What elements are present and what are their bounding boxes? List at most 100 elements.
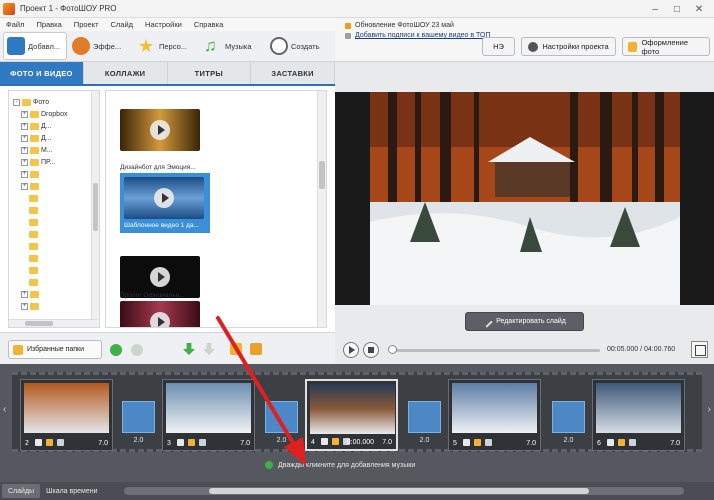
tab-timescale[interactable]: Шкала времени: [40, 484, 103, 498]
transition-block[interactable]: 2.0: [265, 401, 298, 444]
tree-item[interactable]: [29, 265, 40, 275]
back-icon[interactable]: [110, 344, 122, 356]
create-button[interactable]: Создать: [267, 32, 331, 60]
scroll-thumb[interactable]: [25, 321, 53, 326]
media-scrollbar[interactable]: [317, 91, 326, 327]
tree-item[interactable]: [29, 193, 40, 203]
scroll-thumb[interactable]: [209, 488, 589, 494]
favorites-button[interactable]: Избранные папки: [8, 340, 102, 359]
expand-icon[interactable]: +: [21, 146, 28, 154]
menu-slide[interactable]: Слайд: [111, 20, 134, 29]
tab-slides[interactable]: Слайды: [2, 484, 41, 498]
expand-icon[interactable]: +: [21, 110, 28, 118]
pencil-icon[interactable]: [474, 439, 481, 446]
fullscreen-button[interactable]: [691, 341, 708, 358]
transition-block[interactable]: 2.0: [122, 401, 155, 444]
speaker-icon[interactable]: [485, 439, 492, 446]
expand-icon[interactable]: +: [21, 170, 28, 178]
subtitles-notice-link[interactable]: Добавить подписи к вашему видео в ТОП: [345, 32, 490, 39]
tree-vertical-scrollbar[interactable]: [91, 91, 99, 327]
expand-icon[interactable]: +: [21, 182, 28, 190]
project-settings-button[interactable]: Настройки проекта: [521, 37, 616, 56]
speaker-icon[interactable]: [199, 439, 206, 446]
folder-icon[interactable]: [230, 343, 242, 355]
menu-settings[interactable]: Настройки: [145, 20, 182, 29]
tab-intros[interactable]: ЗАСТАВКИ: [251, 62, 335, 84]
tab-titles[interactable]: ТИТРЫ: [168, 62, 252, 84]
tree-item[interactable]: [29, 205, 40, 215]
timeline-slide[interactable]: 4 0:00.000 7.0: [305, 379, 398, 451]
pencil-icon[interactable]: [618, 439, 625, 446]
tree-item[interactable]: + ПР...: [21, 157, 55, 167]
tree-item[interactable]: +: [21, 301, 41, 311]
tree-item[interactable]: + М...: [21, 145, 53, 155]
pencil-icon[interactable]: [188, 439, 195, 446]
chevron-right-icon[interactable]: ›: [708, 404, 711, 415]
tree-item[interactable]: [29, 217, 40, 227]
edit-slide-button[interactable]: Редактировать слайд: [465, 312, 584, 331]
video-thumbnail[interactable]: [120, 109, 200, 151]
add-photos-button[interactable]: Добавл...: [3, 32, 67, 60]
add-all-icon[interactable]: [203, 343, 215, 355]
timeline-slide[interactable]: 5 7.0: [448, 379, 541, 451]
video-thumbnail[interactable]: [120, 301, 200, 327]
speaker-icon[interactable]: [57, 439, 64, 446]
speaker-icon[interactable]: [629, 439, 636, 446]
media-item[interactable]: Шаблонное видео 1 да...: [120, 173, 210, 233]
folder-add-icon[interactable]: [250, 343, 262, 355]
tree-item[interactable]: +: [21, 169, 41, 179]
tree-item[interactable]: + Dropbox: [21, 109, 67, 119]
transition-block[interactable]: 2.0: [552, 401, 585, 444]
progress-track[interactable]: [390, 349, 600, 352]
music-hint[interactable]: Дважды кликните для добавления музыки: [265, 461, 415, 469]
personalize-button[interactable]: ★ Персо...: [135, 32, 199, 60]
menu-help[interactable]: Справка: [194, 20, 223, 29]
chevron-left-icon[interactable]: ‹: [3, 404, 6, 415]
expand-icon[interactable]: +: [21, 302, 28, 310]
pencil-icon[interactable]: [332, 438, 339, 445]
expand-icon[interactable]: +: [21, 290, 28, 298]
sound-icon[interactable]: [607, 439, 614, 446]
transition-block[interactable]: 2.0: [408, 401, 441, 444]
tree-item[interactable]: [29, 229, 40, 239]
play-button[interactable]: [343, 342, 359, 358]
tree-item[interactable]: - Фото: [13, 97, 49, 107]
forward-icon[interactable]: [131, 344, 143, 356]
menu-edit[interactable]: Правка: [36, 20, 61, 29]
quote-button[interactable]: НЭ: [482, 37, 515, 56]
timeline-slide[interactable]: 6 7.0: [592, 379, 685, 451]
stop-button[interactable]: [363, 342, 379, 358]
tree-item[interactable]: +: [21, 181, 41, 191]
media-item[interactable]: [120, 301, 210, 327]
tab-collages[interactable]: КОЛЛАЖИ: [84, 62, 168, 84]
tree-horizontal-scrollbar[interactable]: [9, 319, 99, 327]
maximize-icon[interactable]: □: [666, 0, 688, 18]
timeline-slide[interactable]: 3 7.0: [162, 379, 255, 451]
expand-icon[interactable]: +: [21, 122, 28, 130]
sound-icon[interactable]: [463, 439, 470, 446]
pencil-icon[interactable]: [46, 439, 53, 446]
scroll-thumb[interactable]: [93, 183, 98, 231]
expand-icon[interactable]: +: [21, 158, 28, 166]
add-down-arrow-icon[interactable]: [183, 343, 195, 355]
tree-item[interactable]: [29, 241, 40, 251]
collapse-icon[interactable]: -: [13, 98, 20, 106]
music-button[interactable]: ♫ Музыка: [201, 32, 265, 60]
effects-button[interactable]: Эффе...: [69, 32, 133, 60]
tree-item[interactable]: +: [21, 289, 41, 299]
photo-design-button[interactable]: Оформление фото: [622, 37, 710, 56]
timeline-slide[interactable]: 2 7.0: [20, 379, 113, 451]
close-icon[interactable]: ✕: [688, 0, 710, 18]
sound-icon[interactable]: [35, 439, 42, 446]
video-thumbnail[interactable]: [124, 177, 204, 219]
tree-item[interactable]: + Д...: [21, 133, 52, 143]
timeline-scrollbar[interactable]: [124, 487, 684, 495]
sound-icon[interactable]: [321, 438, 328, 445]
sound-icon[interactable]: [177, 439, 184, 446]
media-item[interactable]: [120, 109, 210, 151]
update-notice[interactable]: Обновление ФотоШОУ 23 май: [345, 22, 454, 29]
menu-file[interactable]: Файл: [6, 20, 24, 29]
minimize-icon[interactable]: –: [644, 0, 666, 18]
progress-knob[interactable]: [388, 345, 397, 354]
expand-icon[interactable]: +: [21, 134, 28, 142]
